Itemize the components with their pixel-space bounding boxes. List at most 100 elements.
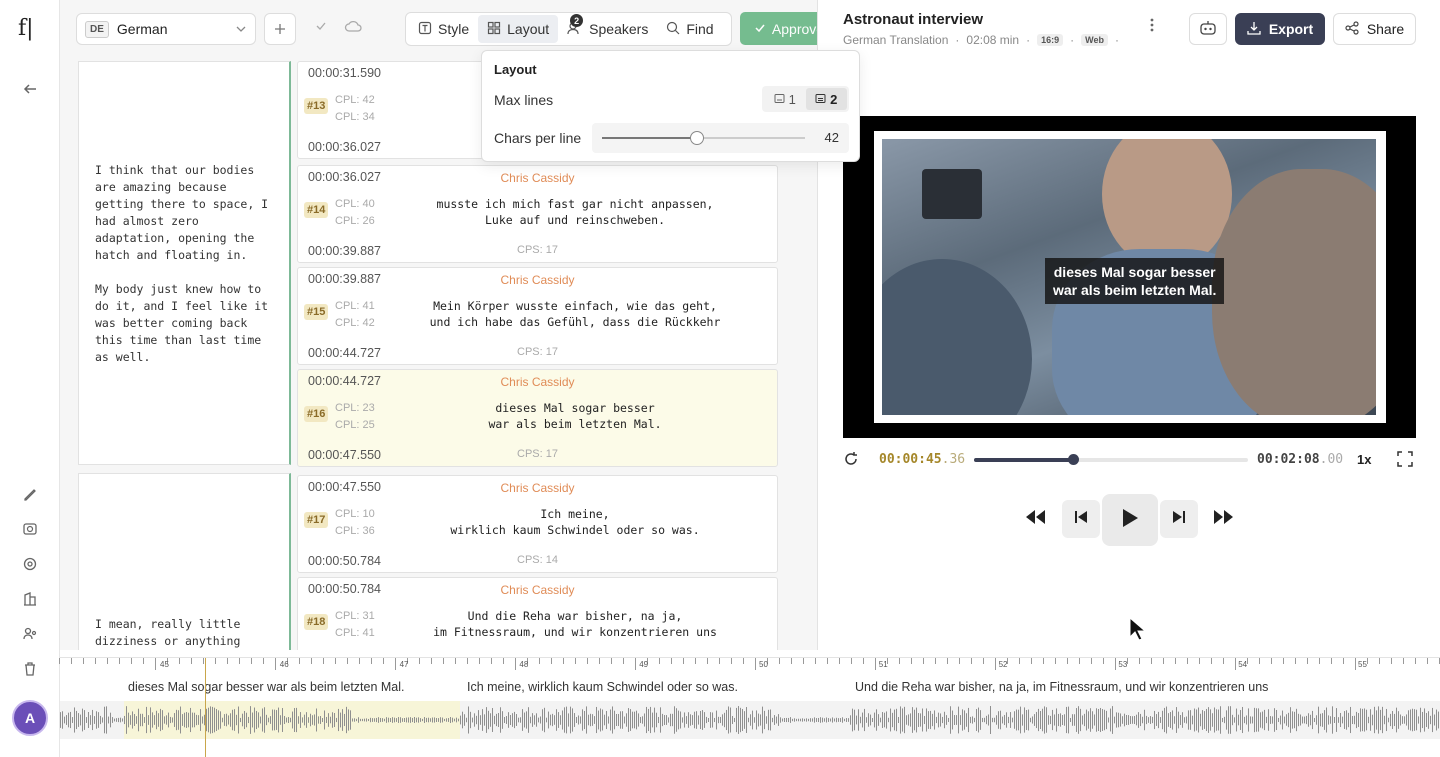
previous-button[interactable] [1062,500,1100,538]
robot-button[interactable] [1189,13,1227,45]
max-lines-option-1[interactable]: 1 [764,88,806,110]
ruler-tick [431,658,432,664]
ruler-tick [815,658,816,664]
style-button[interactable]: Style [409,15,478,43]
source-block[interactable]: I think that our bodies are amazing beca… [78,61,291,465]
ruler-tick [1247,658,1248,664]
waveform[interactable] [60,701,1440,739]
cue-speaker[interactable]: Chris Cassidy [298,583,777,597]
subtitle-cue[interactable]: 00:00:50.784 Chris Cassidy #18 CPL: 31 CPL: … [297,577,778,650]
cue-text[interactable]: musste ich mich fast gar nicht anpassen,… [393,196,757,228]
ruler-tick [1079,658,1080,664]
layout-button[interactable]: Layout [478,15,559,43]
ruler-tick [1211,658,1212,664]
camera-settings-icon[interactable] [20,519,40,539]
share-label: Share [1366,21,1405,37]
check-icon[interactable] [315,19,327,37]
ruler-tick [671,658,672,664]
subtitle-cue[interactable]: 00:00:44.727 Chris Cassidy #16 CPL: 23 CPL: … [297,369,778,467]
cue-speaker[interactable]: Chris Cassidy [298,171,777,185]
fullscreen-icon[interactable] [1397,451,1413,472]
trash-icon[interactable] [20,659,40,679]
app-logo[interactable]: f| [18,16,34,41]
ruler-tick [239,658,240,664]
timeline-cue[interactable]: Und die Reha war bisher, na ja, im Fitne… [855,680,1268,694]
ruler-tick [911,658,912,664]
language-select[interactable]: DE German [76,13,256,45]
next-button[interactable] [1160,500,1198,538]
app: f| A DE German Style Layout 2 Speakers F… [0,0,1440,757]
skip-back-icon [1074,510,1088,529]
ruler-label: 49 [639,660,649,669]
waveform-graphic [60,701,1440,739]
max-lines-option-2[interactable]: 2 [805,88,847,110]
time-ruler[interactable]: 45 46 47 48 49 50 51 52 53 54 55 [59,658,1440,672]
gear-icon[interactable] [20,554,40,574]
cue-text[interactable]: Ich meine, wirklich kaum Schwindel oder … [393,506,757,538]
project-meta: German Translation · 02:08 min · 16:9 · Web… [843,33,1119,47]
ruler-tick [683,658,684,664]
ruler-tick [347,658,348,664]
avatar[interactable]: A [12,700,48,736]
timeline-cue[interactable]: Ich meine, wirklich kaum Schwindel oder … [467,680,738,694]
share-button[interactable]: Share [1333,13,1416,45]
more-vertical-icon[interactable] [1150,18,1154,37]
cue-end-time[interactable]: 00:00:36.027 [308,140,381,154]
ruler-tick [311,658,312,664]
cue-speaker[interactable]: Chris Cassidy [298,481,777,495]
play-button[interactable] [1102,494,1158,546]
find-button[interactable]: Find [657,15,722,43]
speed-button[interactable]: 1x [1357,452,1371,467]
ruler-tick [1283,658,1284,664]
cloud-icon[interactable] [344,19,362,38]
cue-text[interactable]: dieses Mal sogar besser war als beim let… [393,400,757,432]
max-lines-toggle: 1 2 [762,86,849,112]
speakers-button[interactable]: 2 Speakers [558,14,657,43]
ruler-label: 55 [1358,660,1367,669]
chars-per-line-value: 42 [824,130,839,145]
subtitle-cue[interactable]: 00:00:36.027 Chris Cassidy #14 CPL: 40 CPL: … [297,165,778,263]
seek-handle[interactable] [1067,454,1079,465]
building-icon[interactable] [20,589,40,609]
cue-cps: CPS: 17 [517,448,558,460]
subtitle-cue[interactable]: 00:00:39.887 Chris Cassidy #15 CPL: 41 CPL: … [297,267,778,365]
export-button[interactable]: Export [1235,13,1325,45]
chars-per-line-slider[interactable]: 42 [592,123,849,153]
cue-cpl: CPL: 10 CPL: 36 [335,508,375,537]
ruler-tick [899,658,900,664]
fast-forward-button[interactable] [1213,500,1235,538]
cue-speaker[interactable]: Chris Cassidy [298,273,777,287]
users-key-icon[interactable] [20,624,40,644]
playhead[interactable] [205,658,206,757]
ruler-tick [971,658,972,664]
timeline-cue[interactable]: dieses Mal sogar besser war als beim let… [128,680,405,694]
timeline[interactable]: 45 46 47 48 49 50 51 52 53 54 55 dieses Mal sogar … [59,657,1440,757]
loop-icon[interactable] [843,451,859,472]
ruler-tick [443,658,444,664]
ruler-tick [959,658,960,664]
cue-cpl: CPL: 42 CPL: 34 [335,94,375,123]
ruler-tick [179,658,180,664]
seek-bar[interactable] [974,454,1248,465]
video-image: dieses Mal sogar besser war als beim let… [882,139,1376,415]
ruler-tick [131,658,132,664]
rewind-button[interactable] [1024,500,1046,538]
check-icon [754,21,766,37]
ruler-tick [611,658,612,664]
back-arrow-icon[interactable] [20,79,40,99]
slider-handle[interactable] [690,131,705,145]
cue-start-time[interactable]: 00:00:31.590 [308,66,381,80]
cue-cpl: CPL: 41 CPL: 42 [335,300,375,329]
add-button[interactable] [264,13,296,45]
video-player[interactable]: dieses Mal sogar besser war als beim let… [843,116,1416,438]
pen-icon[interactable] [20,484,40,504]
cue-text[interactable]: Und die Reha war bisher, na ja, im Fitne… [393,608,757,640]
ruler-tick [1235,658,1236,670]
approve-button[interactable]: Approve [740,12,817,45]
source-block[interactable]: I mean, really little dizziness or anyth… [78,473,291,650]
cue-number: #18 [304,614,329,630]
cue-text[interactable]: Mein Körper wusste einfach, wie das geht… [393,298,757,330]
cue-speaker[interactable]: Chris Cassidy [298,375,777,389]
subtitle-cue[interactable]: 00:00:47.550 Chris Cassidy #17 CPL: 10 CPL: … [297,475,778,573]
ruler-tick [539,658,540,664]
